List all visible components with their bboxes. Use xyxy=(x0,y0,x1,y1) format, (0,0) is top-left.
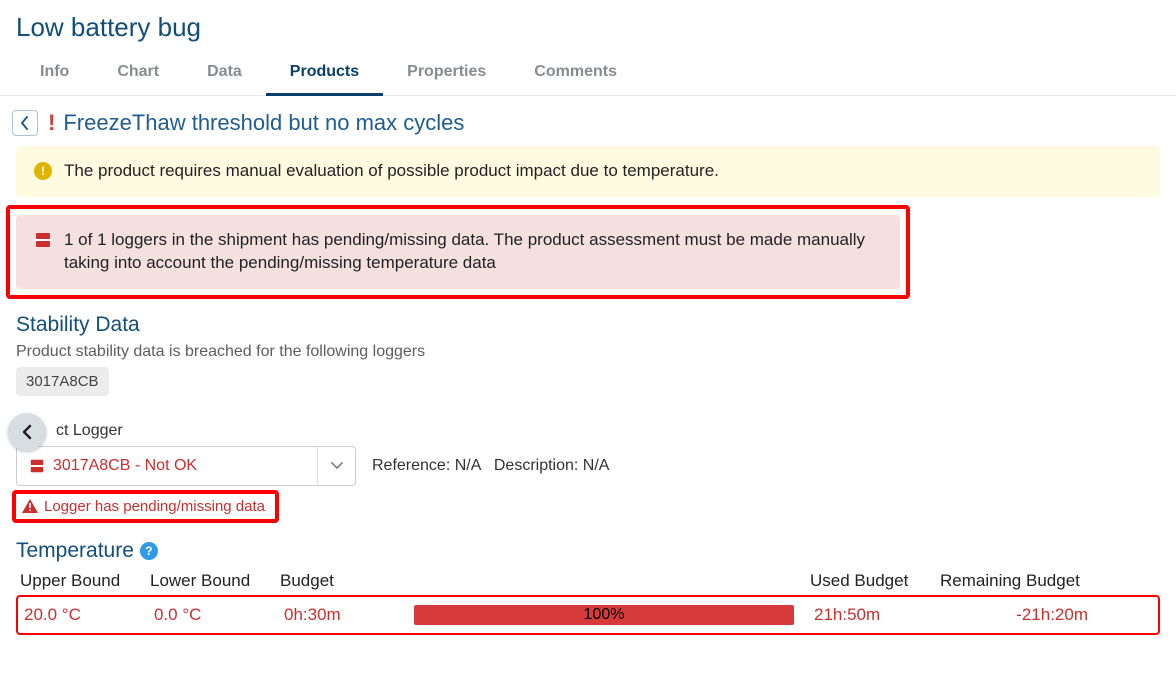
val-lower-bound: 0.0 °C xyxy=(154,605,284,625)
col-remaining-budget: Remaining Budget xyxy=(940,571,1090,591)
logger-reference-value: N/A xyxy=(455,457,481,474)
budget-bar-pct: 100% xyxy=(414,605,794,625)
col-upper-bound: Upper Bound xyxy=(20,571,150,591)
select-logger-section: ct Logger 3017A8CB - Not OK Reference: N xyxy=(16,422,1160,523)
tab-data[interactable]: Data xyxy=(183,51,266,95)
sub-title: FreezeThaw threshold but no max cycles xyxy=(63,110,464,136)
warning-icon: ! xyxy=(34,162,52,180)
select-logger-value: 3017A8CB - Not OK xyxy=(17,457,317,475)
chevron-down-icon xyxy=(331,462,343,470)
pending-msg: Logger has pending/missing data xyxy=(18,496,269,517)
page-title: Low battery bug xyxy=(0,0,1176,51)
alert-triangle-icon xyxy=(22,499,38,513)
banner-manual-evaluation: ! The product requires manual evaluation… xyxy=(16,146,1160,197)
temperature-header: Temperature ? xyxy=(16,539,1160,563)
highlight-pending-data: 1 of 1 loggers in the shipment has pendi… xyxy=(6,205,910,299)
pending-msg-text: Logger has pending/missing data xyxy=(44,498,265,515)
budget-bar: 100% xyxy=(414,605,814,625)
val-used-budget: 21h:50m xyxy=(814,605,944,625)
stability-heading: Stability Data xyxy=(16,313,1160,337)
tab-chart[interactable]: Chart xyxy=(93,51,183,95)
tabs: Info Chart Data Products Properties Comm… xyxy=(0,51,1176,96)
chevron-left-icon xyxy=(21,424,33,440)
select-logger-value-text: 3017A8CB - Not OK xyxy=(53,457,197,475)
back-button[interactable] xyxy=(12,110,38,136)
alert-icon: ! xyxy=(44,110,57,136)
logger-reference: Reference: N/A Description: N/A xyxy=(372,457,609,475)
temperature-row: 20.0 °C 0.0 °C 0h:30m 100% 21h:50m -21h:… xyxy=(24,605,1152,625)
select-logger-caret[interactable] xyxy=(317,447,355,485)
val-budget: 0h:30m xyxy=(284,605,414,625)
logger-description-label: Description: xyxy=(494,457,578,474)
col-budget: Budget xyxy=(280,571,410,591)
logger-description-value: N/A xyxy=(583,457,610,474)
select-logger-dropdown[interactable]: 3017A8CB - Not OK xyxy=(16,446,356,486)
help-icon[interactable]: ? xyxy=(140,542,158,560)
tab-comments[interactable]: Comments xyxy=(510,51,641,95)
sub-header: ! FreezeThaw threshold but no max cycles xyxy=(0,96,1176,146)
logger-icon xyxy=(29,458,45,474)
banner-manual-evaluation-text: The product requires manual evaluation o… xyxy=(64,160,719,183)
temperature-columns: Upper Bound Lower Bound Budget Used Budg… xyxy=(16,571,1160,591)
budget-bar-track: 100% xyxy=(414,605,794,625)
highlight-pending-msg: Logger has pending/missing data xyxy=(12,490,279,523)
collapse-sidebar-button[interactable] xyxy=(8,413,46,451)
logger-reference-label: Reference: xyxy=(372,457,450,474)
val-remaining-budget: -21h:20m xyxy=(944,605,1094,625)
val-upper-bound: 20.0 °C xyxy=(24,605,154,625)
col-used-budget: Used Budget xyxy=(810,571,940,591)
tab-info[interactable]: Info xyxy=(16,51,93,95)
banner-pending-data: 1 of 1 loggers in the shipment has pendi… xyxy=(16,215,900,289)
select-logger-label: ct Logger xyxy=(56,422,1160,440)
col-lower-bound: Lower Bound xyxy=(150,571,280,591)
temperature-heading: Temperature xyxy=(16,539,134,563)
logger-icon xyxy=(34,231,52,249)
chevron-left-icon xyxy=(20,116,30,130)
temperature-row-highlight: 20.0 °C 0.0 °C 0h:30m 100% 21h:50m -21h:… xyxy=(16,595,1160,635)
banner-pending-data-text: 1 of 1 loggers in the shipment has pendi… xyxy=(64,229,882,275)
logger-chip[interactable]: 3017A8CB xyxy=(16,367,109,396)
stability-subtitle: Product stability data is breached for t… xyxy=(16,343,1160,361)
tab-products[interactable]: Products xyxy=(266,51,383,95)
tab-properties[interactable]: Properties xyxy=(383,51,510,95)
